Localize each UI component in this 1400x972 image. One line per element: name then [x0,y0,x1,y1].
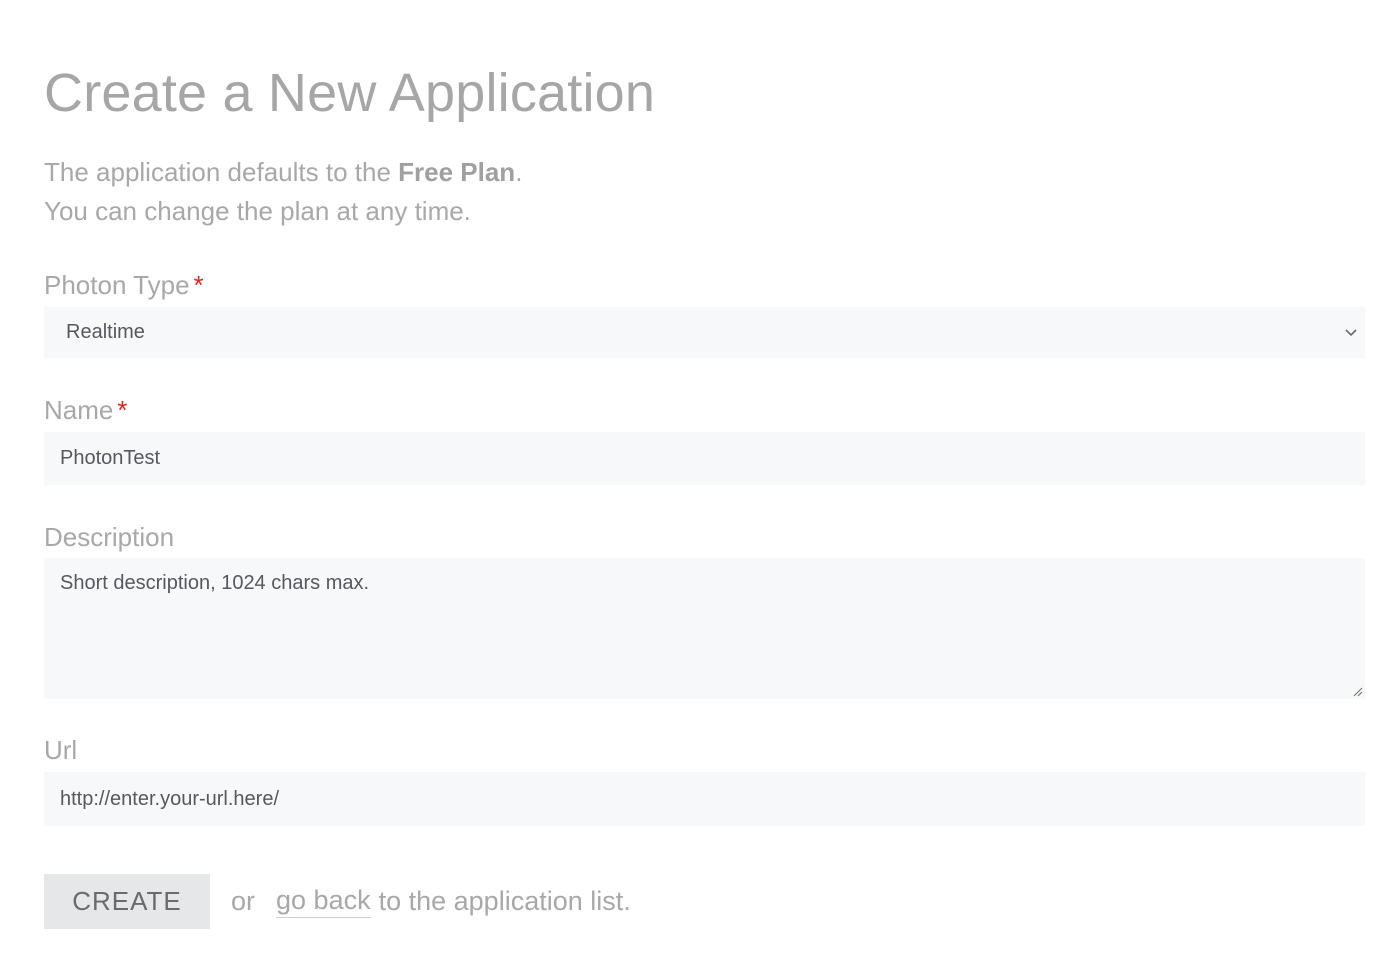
url-input-value: http://enter.your-url.here/ [60,787,280,810]
resize-handle-icon[interactable] [1351,685,1363,697]
go-back-link[interactable]: go back [276,885,371,918]
photon-type-label-text: Photon Type [44,270,190,300]
name-input[interactable]: PhotonTest [44,432,1365,485]
photon-type-label: Photon Type * [44,270,204,301]
photon-type-select[interactable]: Realtime [44,307,1365,358]
name-label-text: Name [44,395,114,425]
intro-line-1: The application defaults to the Free Pla… [44,153,522,192]
chevron-down-icon [1345,329,1357,337]
form-actions: CREATE or go back to the application lis… [44,874,631,929]
create-button[interactable]: CREATE [44,874,210,929]
name-label: Name * [44,395,127,426]
intro-line-1-prefix: The application defaults to the [44,157,399,187]
description-textarea[interactable]: Short description, 1024 chars max. [44,558,1365,699]
intro-line-2: You can change the plan at any time. [44,196,471,226]
back-link-suffix: to the application list. [378,886,631,916]
required-marker: * [117,395,128,425]
name-input-value: PhotonTest [60,447,161,469]
free-plan-label: Free Plan [398,157,516,187]
intro-text: The application defaults to the Free Pla… [44,153,522,231]
url-label-text: Url [44,735,78,765]
url-input[interactable]: http://enter.your-url.here/ [44,772,1365,826]
or-text: or [231,886,256,916]
description-label: Description [44,522,174,553]
required-marker: * [193,270,204,300]
description-label-text: Description [44,522,175,552]
page-title: Create a New Application [44,63,656,123]
description-textarea-value: Short description, 1024 chars max. [60,572,370,594]
photon-type-selected-value: Realtime [66,321,145,343]
intro-line-1-suffix: . [515,157,523,187]
url-label: Url [44,735,77,766]
